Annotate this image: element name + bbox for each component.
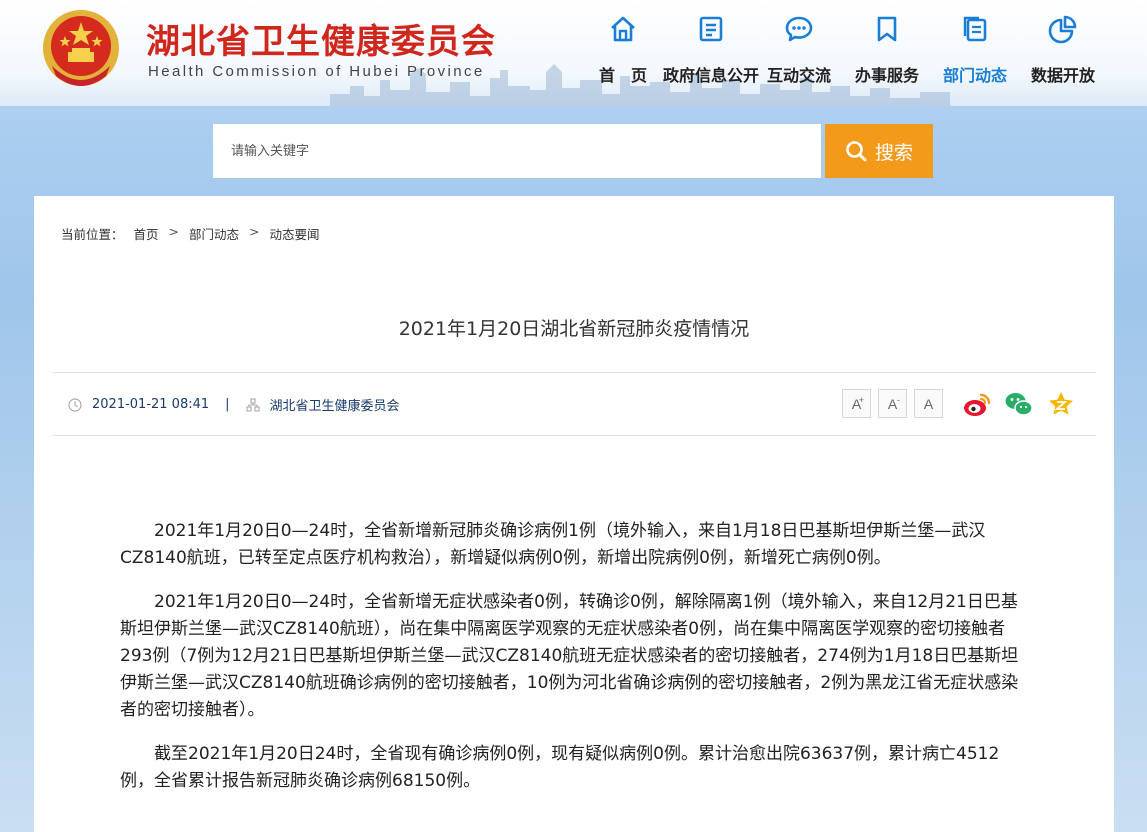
site-header: 湖北省卫生健康委员会 Health Commission of Hubei Pr… [0,0,1147,106]
nav-label: 部门动态 [942,66,1007,85]
nav-item-services[interactable]: 办事服务 [843,14,931,86]
article-title: 2021年1月20日湖北省新冠肺炎疫情情况 [398,318,750,340]
font-increase-button[interactable]: A + [842,389,871,418]
font-size-controls: A + A- A [842,389,943,418]
home-icon [611,16,635,42]
nav-item-dept-news[interactable]: 部门动态 [931,14,1019,86]
pie-chart-icon [1048,15,1077,44]
chat-bubble-icon [785,16,813,42]
plus-icon: + [858,395,864,405]
search-input[interactable] [213,124,821,178]
nav-label: 办事服务 [854,66,919,85]
meta-divider: | [225,397,230,412]
breadcrumb-prefix: 当前位置： [61,227,124,242]
share-controls [962,389,1076,419]
nav-label: 互动交流 [766,66,831,85]
breadcrumb-dept-news[interactable]: 部门动态 [189,224,239,243]
site-name-chinese: 湖北省卫生健康委员会 [146,22,496,62]
clock-icon [68,397,82,412]
weibo-icon[interactable] [962,389,992,419]
article-paragraph: 2021年1月20日0—24时，全省新增无症状感染者0例，转确诊0例，解除隔离1… [120,592,1019,720]
nav-item-open-data[interactable]: 数据开放 [1019,14,1107,86]
breadcrumb-separator: > [249,224,260,239]
nav-item-gov-info[interactable]: 政府信息公开 [663,14,759,86]
breadcrumb: 当前位置： 首页 > 部门动态 > 动态要闻 [61,224,330,243]
nav-item-interaction[interactable]: 互动交流 [755,14,843,86]
search-button-label: 搜索 [874,141,913,164]
font-decrease-button[interactable]: A- [878,389,907,418]
article-container: 当前位置： 首页 > 部门动态 > 动态要闻 2021年1月20日湖北省新冠肺炎… [34,196,1114,832]
font-size-glyph: A [923,395,934,412]
breadcrumb-separator: > [168,224,180,239]
article-paragraph: 2021年1月20日0—24时，全省新增新冠肺炎确诊病例1例（境外输入，来自1月… [120,521,986,568]
site-name-english: Health Commission of Hubei Province [148,63,485,80]
nav-label: 数据开放 [1030,66,1095,85]
nav-item-home[interactable]: 首 页 [579,14,667,86]
nav-label: 政府信息公开 [663,66,760,85]
font-size-glyph: A [887,395,898,412]
document-icon [699,16,723,42]
favorite-star-icon[interactable] [1046,389,1076,419]
wechat-icon[interactable] [1004,389,1034,419]
breadcrumb-headlines[interactable]: 动态要闻 [270,224,320,243]
search-icon [846,141,867,162]
breadcrumb-home[interactable]: 首页 [134,224,159,243]
search-button[interactable]: 搜索 [825,124,933,178]
nav-label: 首 页 [598,66,647,85]
organization-icon [245,397,260,412]
article-paragraph: 截至2021年1月20日24时，全省现有确诊病例0例，现有疑似病例0例。累计治愈… [120,744,1000,791]
article-meta-bar: 2021-01-21 08:41 | 湖北省卫生健康委员会 A + A- A [52,372,1096,436]
national-emblem-logo [43,10,119,86]
main-nav: 首 页 政府信息公开 互动交流 办事服务 部门动态 数据开放 [579,14,1107,86]
minus-icon: - [897,395,900,405]
pages-icon [963,16,987,42]
article-body: 2021年1月20日0—24时，全省新增新冠肺炎确诊病例1例（境外输入，来自1月… [120,518,1020,812]
bookmark-icon [877,16,897,42]
article-source: 湖北省卫生健康委员会 [269,399,400,414]
font-reset-button[interactable]: A [914,389,943,418]
article-meta-info: 2021-01-21 08:41 | 湖北省卫生健康委员会 [68,395,400,414]
search-bar: 搜索 [213,124,933,178]
publish-datetime: 2021-01-21 08:41 [92,397,210,412]
